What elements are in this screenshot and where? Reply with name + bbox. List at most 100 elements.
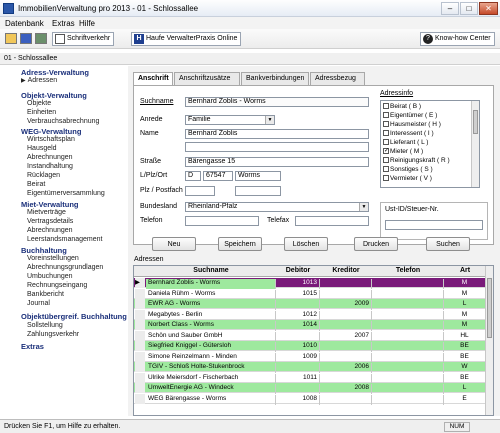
checkbox-label: Interessent ( I ) bbox=[390, 130, 434, 137]
knowhow-button[interactable]: ? Know-how Center bbox=[420, 32, 495, 46]
nav-item-abrechnungen[interactable]: Abrechnungen bbox=[27, 154, 73, 161]
nav-item-vertragsdetails[interactable]: Vertragsdetails bbox=[27, 218, 73, 225]
nav-group-weg[interactable]: WEG-Verwaltung bbox=[21, 127, 81, 136]
checkbox-reinigungskraft[interactable]: Reinigungskraft ( R ) bbox=[383, 157, 450, 164]
checkbox-lieferant[interactable]: Lieferant ( L ) bbox=[383, 139, 428, 146]
land-field[interactable]: D bbox=[185, 171, 201, 181]
anrede-label: Anrede bbox=[140, 116, 163, 123]
table-row[interactable]: EWR AG - Worms 2009 L bbox=[134, 299, 486, 310]
nav-item-miet-abrechnungen[interactable]: Abrechnungen bbox=[27, 227, 73, 234]
nav-item-journal[interactable]: Journal bbox=[27, 300, 50, 307]
column-telefon[interactable]: Telefon bbox=[372, 267, 444, 274]
table-row[interactable]: UmweltEnergie AG - Windeck 2008 L bbox=[134, 383, 486, 394]
drucken-button[interactable]: Drucken bbox=[354, 237, 398, 251]
telefax-field[interactable] bbox=[295, 216, 369, 226]
schriftverkehr-button[interactable]: Schriftverkehr bbox=[52, 32, 115, 46]
minimize-button[interactable]: – bbox=[441, 2, 459, 15]
checkbox-hausmeister[interactable]: Hausmeister ( H ) bbox=[383, 121, 441, 128]
table-row[interactable]: Daniela Rühm - Worms 1015 M bbox=[134, 288, 486, 300]
suchen-button[interactable]: Suchen bbox=[426, 237, 470, 251]
nav-group-adress[interactable]: Adress-Verwaltung bbox=[21, 68, 89, 77]
ust-field[interactable] bbox=[385, 220, 483, 230]
nav-item-rechnungseingang[interactable]: Rechnungseingang bbox=[27, 282, 87, 289]
checkbox-beirat[interactable]: Beirat ( B ) bbox=[383, 103, 421, 110]
table-row[interactable]: Megabytes - Berlin 1012 M bbox=[134, 309, 486, 321]
postfach-field[interactable] bbox=[235, 186, 281, 196]
bundesland-select[interactable]: Rheinland-Pfalz ▼ bbox=[185, 202, 369, 212]
table-row[interactable]: Siegfried Kniggel - Gütersloh 1010 BE bbox=[134, 341, 486, 352]
suchname-field[interactable]: Bernhard Zoblis - Worms bbox=[185, 97, 369, 107]
column-suchname[interactable]: Suchname bbox=[146, 267, 276, 274]
table-row[interactable]: TGIV - Schloß Holte-Stukenbrock 2006 W bbox=[134, 362, 486, 373]
nav-group-buchhaltung[interactable]: Buchhaltung bbox=[21, 246, 67, 255]
ort-field[interactable]: Worms bbox=[235, 171, 281, 181]
nav-item-zahlungsverkehr[interactable]: Zahlungsverkehr bbox=[27, 331, 79, 338]
table-row[interactable]: Norbert Class - Worms 1014 M bbox=[134, 320, 486, 331]
nav-item-ruecklagen[interactable]: Rücklagen bbox=[27, 172, 60, 179]
nav-item-wirtschaftsplan[interactable]: Wirtschaftsplan bbox=[27, 136, 75, 143]
nav-item-instandhaltung[interactable]: Instandhaltung bbox=[27, 163, 73, 170]
nav-item-bankbericht[interactable]: Bankbericht bbox=[27, 291, 64, 298]
table-row[interactable]: Ulrike Meiersdorf - Fischerbach 1011 BE bbox=[134, 372, 486, 384]
speichern-button[interactable]: Speichern bbox=[218, 237, 262, 251]
table-scrollbar[interactable] bbox=[485, 266, 493, 415]
nav-group-objekt[interactable]: Objekt-Verwaltung bbox=[21, 91, 87, 100]
menu-extras[interactable]: Extras bbox=[52, 19, 75, 28]
scrollbar-thumb[interactable] bbox=[487, 278, 492, 338]
maximize-button[interactable]: □ bbox=[460, 2, 478, 15]
nav-item-adressen[interactable]: Adressen bbox=[21, 77, 58, 84]
tab-anschriftzusaetze[interactable]: Anschriftzusätze bbox=[174, 72, 240, 85]
nav-item-umbuchungen[interactable]: Umbuchungen bbox=[27, 273, 73, 280]
nav-group-objektuebergreif[interactable]: Objektübergreif. Buchhaltung bbox=[21, 312, 127, 321]
neu-button[interactable]: Neu bbox=[152, 237, 196, 251]
nav-item-eigentuemerversammlung[interactable]: Eigentümerversammlung bbox=[27, 190, 105, 197]
table-row[interactable]: WEG Bärengasse - Worms 1008 E bbox=[134, 393, 486, 405]
telefon-field[interactable] bbox=[185, 216, 259, 226]
column-art[interactable]: Art bbox=[444, 267, 486, 274]
scrollbar-thumb[interactable] bbox=[473, 110, 478, 134]
checkbox-eigentuemer[interactable]: Eigentümer ( E ) bbox=[383, 112, 437, 119]
nav-item-hausgeld[interactable]: Hausgeld bbox=[27, 145, 57, 152]
nav-item-verbrauchsabrechnung[interactable]: Verbrauchsabrechnung bbox=[27, 118, 99, 125]
nav-item-abrechnungsgrundlagen[interactable]: Abrechnungsgrundlagen bbox=[27, 264, 103, 271]
strasse-field[interactable]: Bärengasse 15 bbox=[185, 157, 369, 167]
column-debitor[interactable]: Debitor bbox=[276, 267, 320, 274]
table-row[interactable]: Schön und Sauber GmbH 2007 HL bbox=[134, 330, 486, 342]
nav-item-mietvertraege[interactable]: Mietverträge bbox=[27, 209, 66, 216]
anrede-select[interactable]: Familie ▼ bbox=[185, 115, 275, 125]
tab-adressbezug[interactable]: Adressbezug bbox=[310, 72, 365, 85]
cell-kreditor bbox=[320, 373, 372, 384]
loeschen-button[interactable]: Löschen bbox=[284, 237, 328, 251]
tab-anschrift[interactable]: Anschrift bbox=[133, 72, 173, 86]
nav-item-leerstandsmanagement[interactable]: Leerstandsmanagement bbox=[27, 236, 103, 243]
row-indicator bbox=[135, 383, 145, 393]
checkbox-vermieter[interactable]: Vermieter ( V ) bbox=[383, 175, 432, 182]
grid-icon[interactable] bbox=[20, 33, 32, 44]
table-row[interactable]: Simone Reinzelmann - Minden 1009 BE bbox=[134, 351, 486, 363]
folder-icon[interactable] bbox=[5, 33, 17, 44]
row-indicator bbox=[135, 351, 145, 362]
nav-group-miet[interactable]: Miet-Verwaltung bbox=[21, 200, 79, 209]
close-button[interactable]: ✕ bbox=[479, 2, 498, 15]
checkbox-sonstiges[interactable]: Sonstiges ( S ) bbox=[383, 166, 433, 173]
name2-field[interactable] bbox=[185, 142, 369, 152]
adressinfo-scrollbar[interactable] bbox=[471, 101, 479, 187]
nav-group-extras[interactable]: Extras bbox=[21, 342, 44, 351]
nav-item-objekte[interactable]: Objekte bbox=[27, 100, 51, 107]
nav-item-voreinstellungen[interactable]: Voreinstellungen bbox=[27, 255, 79, 262]
menu-datenbank[interactable]: Datenbank bbox=[5, 19, 44, 28]
report-icon[interactable] bbox=[35, 33, 47, 44]
haufe-button[interactable]: H Haufe VerwalterPraxis Online bbox=[131, 32, 242, 46]
nav-item-sollstellung[interactable]: Sollstellung bbox=[27, 322, 63, 329]
checkbox-mieter[interactable]: ✓Mieter ( M ) bbox=[383, 148, 423, 155]
table-row[interactable]: ▶ Bernhard Zoblis - Worms 1013 M bbox=[134, 278, 486, 289]
checkbox-interessent[interactable]: Interessent ( I ) bbox=[383, 130, 434, 137]
name-field[interactable]: Bernhard Zoblis bbox=[185, 129, 369, 139]
nav-item-beirat[interactable]: Beirat bbox=[27, 181, 45, 188]
plz-field[interactable]: 67547 bbox=[203, 171, 233, 181]
column-kreditor[interactable]: Kreditor bbox=[320, 267, 372, 274]
tab-bankverbindungen[interactable]: Bankverbindungen bbox=[241, 72, 309, 85]
nav-item-einheiten[interactable]: Einheiten bbox=[27, 109, 56, 116]
postfach-plz-field[interactable] bbox=[185, 186, 215, 196]
menu-hilfe[interactable]: Hilfe bbox=[79, 19, 95, 28]
